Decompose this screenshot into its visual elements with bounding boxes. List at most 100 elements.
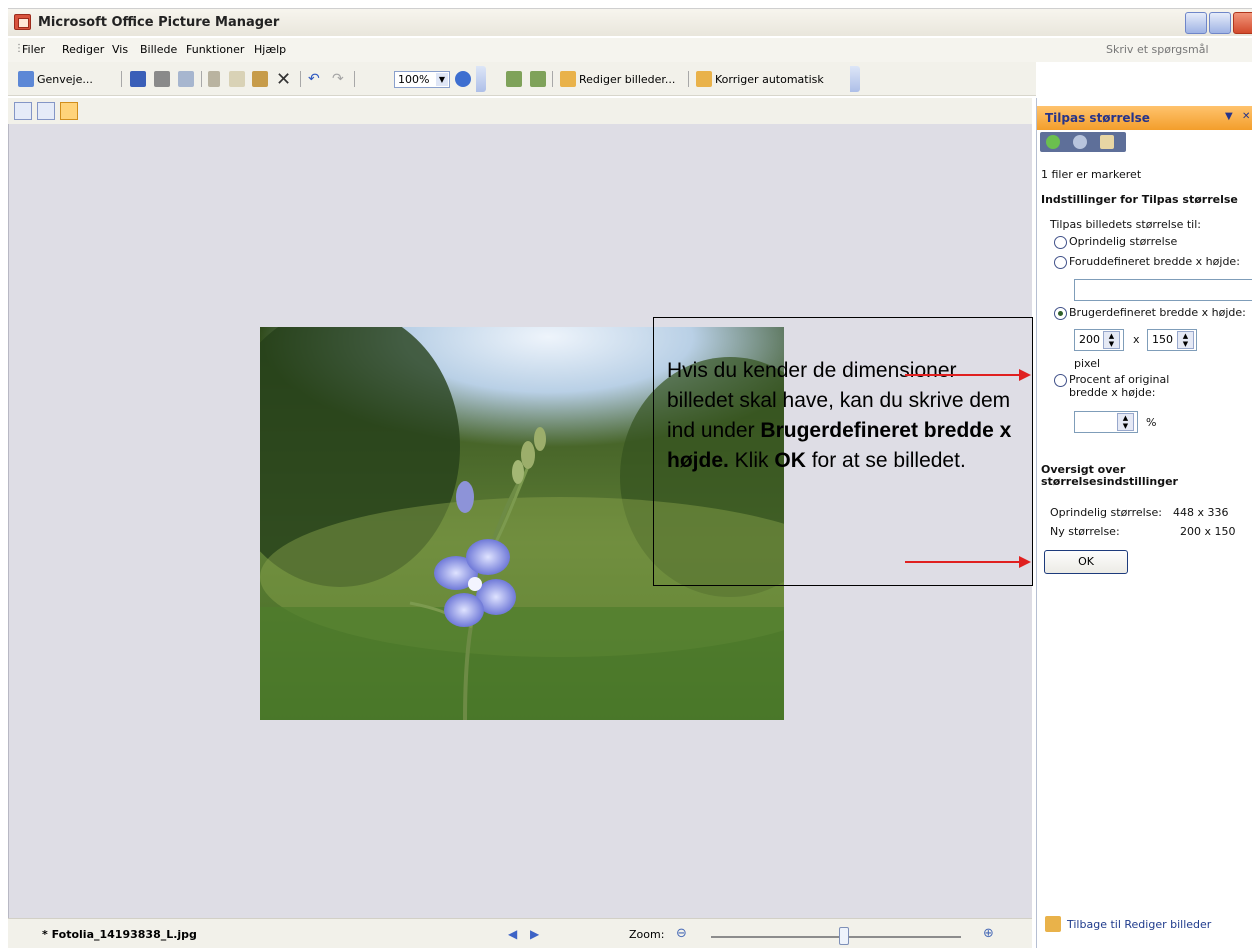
- height-spinner[interactable]: ▲ ▼: [1177, 331, 1194, 349]
- callout-text-part: for at se billedet.: [805, 449, 966, 472]
- toolbar-options-button-2[interactable]: [850, 66, 860, 92]
- red-arrow-head-icon: [1019, 556, 1031, 568]
- copy-button[interactable]: [229, 70, 245, 88]
- zoom-label: Zoom:: [629, 928, 665, 941]
- edit-pictures-button[interactable]: Rediger billeder...: [560, 70, 675, 88]
- predefined-size-label: Foruddefineret bredde x højde:: [1069, 255, 1240, 268]
- red-arrow-head-icon: [1019, 369, 1031, 381]
- width-value: 200: [1079, 333, 1100, 346]
- toolbar-options-button[interactable]: [476, 66, 486, 92]
- task-pane-header: Tilpas størrelse ▼ ✕: [1037, 106, 1252, 130]
- red-arrow-line: [905, 374, 1021, 376]
- instruction-callout: Hvis du kender de dimensioner billedet s…: [653, 317, 1033, 586]
- predefined-size-select[interactable]: [1074, 279, 1252, 301]
- menu-filer[interactable]: Filer: [22, 43, 45, 56]
- status-bar: * Fotolia_14193838_L.jpg ◀ ▶ Zoom: ⊖ ⊕: [8, 918, 1032, 948]
- close-button[interactable]: [1233, 12, 1252, 34]
- ok-button[interactable]: OK: [1044, 550, 1128, 574]
- auto-correct-label: Korriger automatisk: [715, 72, 824, 86]
- paste-button[interactable]: [252, 70, 268, 88]
- cut-icon: [208, 71, 220, 87]
- zoom-in-icon[interactable]: ⊕: [983, 926, 994, 941]
- maximize-button[interactable]: [1209, 12, 1231, 34]
- files-selected-text: 1 filer er markeret: [1041, 168, 1142, 181]
- menu-vis[interactable]: Vis: [112, 43, 128, 56]
- shortcuts-button[interactable]: Genveje...: [18, 70, 93, 88]
- percent-label: Procent af original bredde x højde:: [1069, 373, 1170, 399]
- back-to-edit-link[interactable]: Tilbage til Rediger billeder: [1045, 916, 1211, 932]
- rotate-left-button[interactable]: [506, 70, 522, 88]
- task-pane-menu-icon[interactable]: ▼: [1225, 111, 1233, 122]
- print-icon: [154, 71, 170, 87]
- shortcuts-label: Genveje...: [37, 72, 93, 86]
- back-icon[interactable]: [1046, 135, 1060, 149]
- forward-icon[interactable]: [1073, 135, 1087, 149]
- window-title: Microsoft Office Picture Manager: [38, 15, 280, 30]
- original-size-radio[interactable]: [1054, 236, 1067, 249]
- menu-billede[interactable]: Billede: [140, 43, 177, 56]
- minimize-button[interactable]: [1185, 12, 1207, 34]
- help-icon: [455, 71, 471, 87]
- help-button[interactable]: [455, 70, 471, 88]
- callout-text-part: Klik: [728, 449, 775, 472]
- menu-hjaelp[interactable]: Hjælp: [254, 43, 286, 56]
- task-pane-title: Tilpas størrelse: [1045, 111, 1150, 125]
- delete-icon: ✕: [276, 68, 292, 90]
- cut-button[interactable]: [208, 70, 220, 88]
- title-bar: Microsoft Office Picture Manager: [8, 8, 1252, 36]
- single-picture-view-button[interactable]: [60, 102, 78, 120]
- ask-question-input[interactable]: Skriv et spørgsmål: [1068, 40, 1252, 60]
- zoom-slider-thumb[interactable]: [838, 927, 849, 945]
- summary-heading: Oversigt over størrelsesindstillinger: [1041, 463, 1178, 488]
- original-size-summary-label: Oprindelig størrelse:: [1050, 506, 1162, 519]
- callout-text-bold: OK: [774, 449, 806, 472]
- redo-icon: ↷: [332, 71, 344, 87]
- rotate-right-button[interactable]: [530, 70, 546, 88]
- save-icon: [130, 71, 146, 87]
- menu-funktioner[interactable]: Funktioner: [186, 43, 244, 56]
- print-button[interactable]: [154, 70, 170, 88]
- back-to-edit-label: Tilbage til Rediger billeder: [1067, 917, 1212, 931]
- predefined-size-radio[interactable]: [1054, 256, 1067, 269]
- zoom-slider-track[interactable]: [711, 936, 961, 938]
- original-size-label: Oprindelig størrelse: [1069, 235, 1178, 248]
- height-value: 150: [1152, 333, 1173, 346]
- save-button[interactable]: [130, 70, 146, 88]
- pixel-label: pixel: [1074, 357, 1101, 370]
- task-pane: Tilpas størrelse ▼ ✕ 1 filer er markeret…: [1036, 98, 1252, 948]
- percent-spinner[interactable]: ▲ ▼: [1117, 413, 1134, 431]
- settings-heading: Indstillinger for Tilpas størrelse: [1041, 193, 1238, 206]
- resize-to-label: Tilpas billedets størrelse til:: [1050, 218, 1201, 231]
- app-icon: [14, 14, 31, 30]
- shortcuts-icon: [18, 71, 34, 87]
- zoom-out-icon[interactable]: ⊖: [676, 926, 687, 941]
- new-size-summary-value: 200 x 150: [1180, 525, 1236, 538]
- redo-button[interactable]: ↷: [332, 70, 344, 88]
- task-pane-close-icon[interactable]: ✕: [1242, 111, 1250, 122]
- undo-button[interactable]: ↶: [308, 70, 320, 88]
- custom-size-radio[interactable]: [1054, 307, 1067, 320]
- rotate-right-icon: [530, 71, 546, 87]
- auto-correct-button[interactable]: Korriger automatisk: [696, 70, 824, 88]
- paste-icon: [252, 71, 268, 87]
- menu-rediger[interactable]: Rediger: [62, 43, 104, 56]
- new-size-summary-label: Ny størrelse:: [1050, 525, 1120, 538]
- menu-bar: ⋮ Filer Rediger Vis Billede Funktioner H…: [8, 38, 1252, 62]
- next-picture-button[interactable]: ▶: [530, 927, 539, 941]
- thumbnail-view-button[interactable]: [14, 102, 32, 120]
- delete-button[interactable]: ✕: [276, 68, 292, 90]
- filmstrip-view-button[interactable]: [37, 102, 55, 120]
- home-icon[interactable]: [1100, 135, 1114, 149]
- view-mode-bar: [8, 98, 1032, 124]
- width-spinner[interactable]: ▲ ▼: [1103, 331, 1120, 349]
- email-icon: [178, 71, 194, 87]
- edit-pictures-label: Rediger billeder...: [579, 72, 676, 86]
- email-button[interactable]: [178, 70, 194, 88]
- red-arrow-line: [905, 561, 1021, 563]
- zoom-select[interactable]: 100% ▼: [394, 71, 450, 88]
- previous-picture-button[interactable]: ◀: [508, 927, 517, 941]
- zoom-select-value: 100%: [398, 73, 430, 86]
- original-size-summary-value: 448 x 336: [1173, 506, 1229, 519]
- percent-radio[interactable]: [1054, 374, 1067, 387]
- rotate-left-icon: [506, 71, 522, 87]
